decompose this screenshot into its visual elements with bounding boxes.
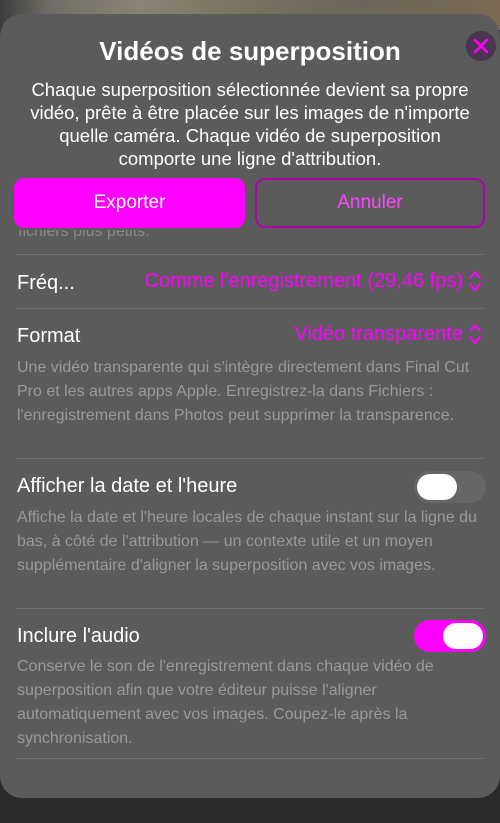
sheet-description: Chaque superposition sélectionnée devien… <box>30 79 470 169</box>
include-audio-help-text: Conserve le son de l'enregistrement dans… <box>17 658 434 747</box>
format-value: Vidéo transparente <box>294 322 463 345</box>
sheet-title: Vidéos de superposition <box>99 36 401 66</box>
chevron-updown-icon <box>469 324 481 344</box>
chevron-updown-icon <box>469 271 481 291</box>
overlay-export-sheet: Vidéos de superposition Chaque superposi… <box>0 14 500 798</box>
export-button[interactable]: Exporter <box>14 178 245 228</box>
show-datetime-toggle[interactable] <box>414 471 486 503</box>
frequency-picker[interactable]: Comme l'enregistrement (29,46 fps) <box>145 268 483 294</box>
cancel-button[interactable]: Annuler <box>255 178 485 228</box>
divider <box>16 758 484 759</box>
toggle-knob <box>443 623 483 649</box>
clipped-help-label: fichiers plus petits. <box>18 230 150 240</box>
frequency-label: Fréq... <box>17 272 75 294</box>
divider <box>16 254 484 255</box>
include-audio-toggle[interactable] <box>414 620 486 652</box>
show-datetime-help-text: Affiche la date et l'heure locales de ch… <box>17 509 477 574</box>
frequency-value: Comme l'enregistrement (29,46 fps) <box>144 269 463 292</box>
format-help-text: Une vidéo transparente qui s'intègre dir… <box>17 359 470 424</box>
show-datetime-label: Afficher la date et l'heure <box>17 475 238 497</box>
format-label: Format <box>17 325 81 347</box>
format-picker[interactable]: Vidéo transparente <box>294 321 483 347</box>
divider <box>16 608 484 609</box>
clipped-help-text: fichiers plus petits. <box>18 230 150 244</box>
toggle-knob <box>417 474 457 500</box>
include-audio-label: Inclure l'audio <box>17 625 140 647</box>
divider <box>16 308 484 309</box>
divider <box>16 458 484 459</box>
